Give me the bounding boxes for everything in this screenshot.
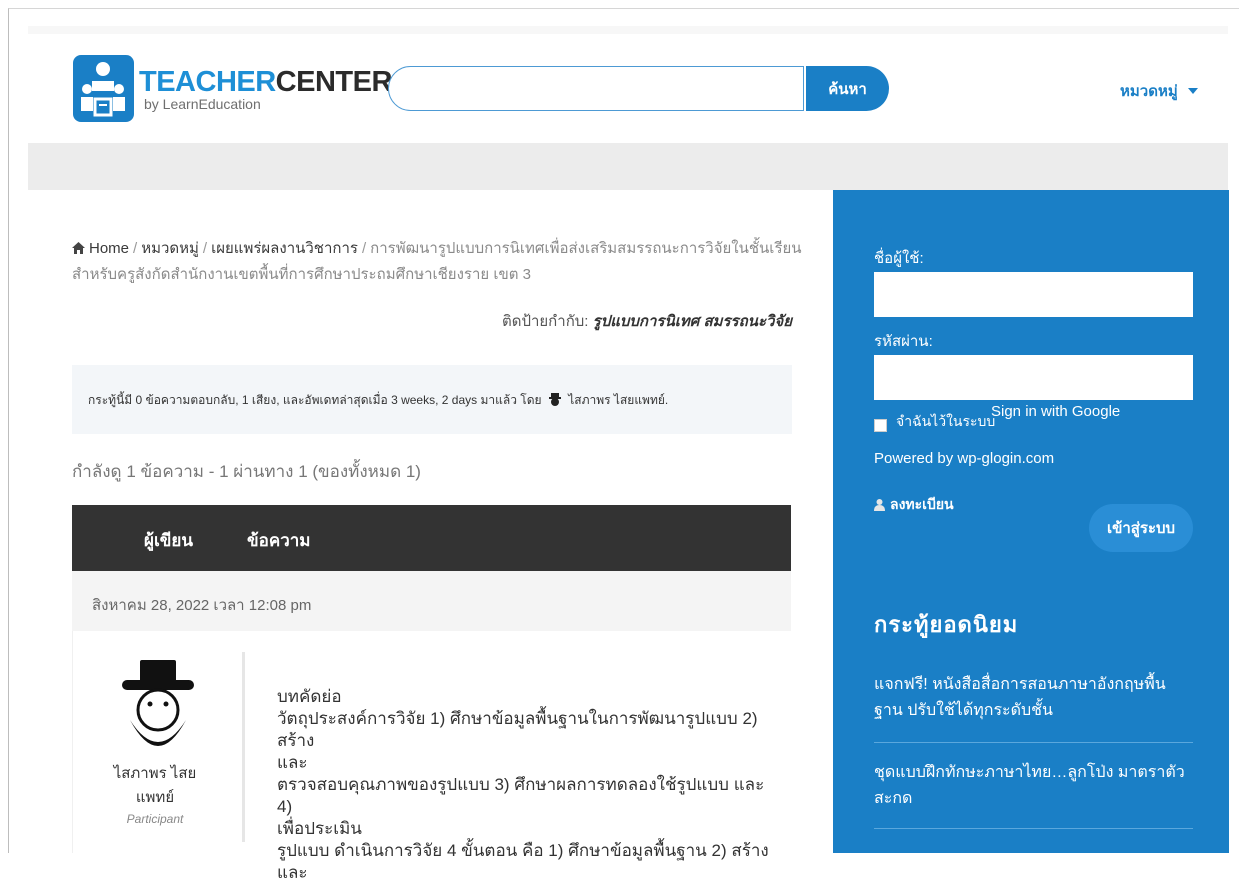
post-line: ตรวจสอบคุณภาพของรูปแบบ 3) ศึกษาผลการทดลอ… <box>277 775 765 816</box>
column-post: ข้อความ <box>247 531 311 550</box>
topic-info-author[interactable]: ไสภาพร ไสยแพทย์. <box>568 393 668 407</box>
gray-banner <box>28 143 1228 190</box>
category-menu-label: หมวดหมู่ <box>1120 83 1178 100</box>
login-button[interactable]: เข้าสู่ระบบ <box>1089 504 1193 552</box>
tags-label: ติดป้ายกำกับ: <box>501 313 589 330</box>
post-date: สิงหาคม 28, 2022 เวลา 12:08 pm <box>92 597 312 614</box>
post-line: เพื่อประเมิน <box>277 819 362 838</box>
column-author: ผู้เขียน <box>144 531 193 550</box>
viewing-count: กำลังดู 1 ข้อความ - 1 ผ่านทาง 1 (ของทั้ง… <box>72 462 421 481</box>
password-label: รหัสผ่าน: <box>874 333 933 350</box>
post-line: และ <box>277 753 308 772</box>
post-header: สิงหาคม 28, 2022 เวลา 12:08 pm <box>72 571 791 631</box>
password-input[interactable] <box>874 355 1193 400</box>
home-icon <box>72 242 85 254</box>
search-button[interactable]: ค้นหา <box>806 66 889 111</box>
breadcrumb-forum[interactable]: เผยแพร่ผลงานวิชาการ <box>211 240 358 257</box>
popular-topics-title: กระทู้ยอดนิยม <box>874 612 1019 637</box>
popular-topic-link[interactable]: แจกฟรี! หนังสือสื่อการสอนภาษาอังกฤษพื้นฐ… <box>874 672 1193 724</box>
post-line: บทคัดย่อ <box>277 687 342 706</box>
user-icon <box>874 499 885 511</box>
author-name[interactable]: ไสภาพร ไสยแพทย์ <box>100 762 210 810</box>
powered-by: Powered by wp-glogin.com <box>874 450 1055 467</box>
post-line: รูปแบบ ดำเนินการวิจัย 4 ขั้นตอน คือ 1) ศ… <box>277 841 769 882</box>
breadcrumb-category[interactable]: หมวดหมู่ <box>141 240 199 257</box>
popular-divider <box>874 828 1193 829</box>
caret-down-icon <box>1187 88 1198 94</box>
user-avatar-icon <box>548 393 561 406</box>
post-content: บทคัดย่อ วัตถุประสงค์การวิจัย 1) ศึกษาข้… <box>277 686 777 884</box>
logo-icon[interactable] <box>73 55 134 122</box>
top-strip <box>28 26 1228 34</box>
author-role: Participant <box>126 812 184 826</box>
logo-subtitle: by LearnEducation <box>144 96 261 112</box>
register-label: ลงทะเบียน <box>890 496 954 512</box>
post-divider <box>242 652 245 842</box>
topic-info: กระทู้นี้มี 0 ข้อความตอบกลับ, 1 เสียง, แ… <box>72 365 792 434</box>
post-line: วัตถุประสงค์การวิจัย 1) ศึกษาข้อมูลพื้นฐ… <box>277 709 758 750</box>
topic-tags: ติดป้ายกำกับ: รูปแบบการนิเทศ สมรรถนะวิจั… <box>502 309 792 333</box>
popular-topic-link[interactable]: ชุดแบบฝึกทักษะภาษาไทย…ลูกโป่ง มาตราตัวสะ… <box>874 760 1193 812</box>
table-header: ผู้เขียน ข้อความ <box>72 505 791 571</box>
google-signin-link[interactable]: Sign in with Google <box>991 403 1120 420</box>
category-menu[interactable]: หมวดหมู่ <box>1120 79 1198 103</box>
register-link[interactable]: ลงทะเบียน <box>874 494 954 516</box>
username-label: ชื่อผู้ใช้: <box>874 250 924 267</box>
popular-divider <box>874 742 1193 743</box>
logo-title[interactable]: TEACHERCENTER <box>139 66 392 98</box>
breadcrumb-home[interactable]: Home <box>89 240 129 257</box>
remember-label: จำฉันไว้ในระบบ <box>896 413 996 429</box>
tag-links[interactable]: รูปแบบการนิเทศ สมรรถนะวิจัย <box>593 313 792 330</box>
username-input[interactable] <box>874 272 1193 317</box>
search-input[interactable] <box>388 66 804 111</box>
topic-info-text: กระทู้นี้มี 0 ข้อความตอบกลับ, 1 เสียง, แ… <box>88 393 542 407</box>
avatar[interactable] <box>120 660 196 756</box>
remember-checkbox[interactable] <box>874 419 887 432</box>
breadcrumb: Home / หมวดหมู่ / เผยแพร่ผลงานวิชาการ / การพัฒ… <box>72 240 802 283</box>
